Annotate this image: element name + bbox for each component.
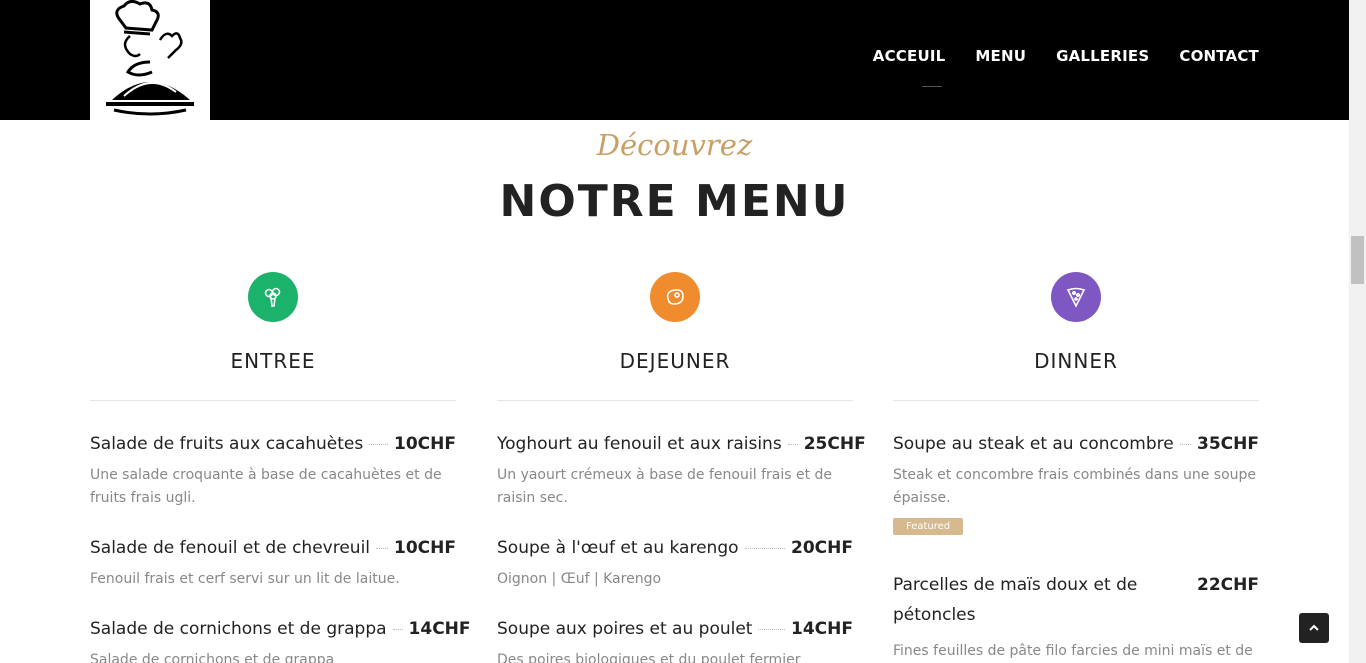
category-divider: [497, 400, 853, 401]
menu-column-dinner: DINNER Soupe au steak et au concombre 35…: [893, 272, 1259, 659]
dotted-leader: [392, 629, 403, 630]
site-header: ACCEUIL MENU GALLERIES CONTACT: [0, 0, 1349, 120]
steak-icon: [650, 272, 700, 322]
page-scrollbar[interactable]: [1349, 0, 1366, 663]
item-description: Fenouil frais et cerf servi sur un lit d…: [90, 571, 400, 587]
item-name: Soupe au steak et au concombre: [893, 434, 1174, 454]
dotted-leader: [1179, 444, 1192, 445]
chevron-up-icon: [1309, 624, 1319, 631]
item-name: Yoghourt au fenouil et aux raisins: [497, 434, 782, 454]
menu-column-dejeuner: DEJEUNER Yoghourt au fenouil et aux rais…: [497, 272, 866, 663]
item-description: Steak et concombre frais combinés dans u…: [893, 467, 1257, 506]
section-subtitle: Découvrez: [596, 128, 753, 162]
item-description: Fines feuilles de pâte filo farcies de m…: [893, 643, 1253, 659]
category-title-dejeuner: DEJEUNER: [619, 349, 731, 373]
item-description: Des poires biologiques et du poulet ferm…: [497, 652, 801, 663]
menu-item[interactable]: Soupe au steak et au concombre 35CHF Ste…: [893, 434, 1259, 535]
item-name: Salade de fruits aux cacahuètes: [90, 434, 364, 454]
menu-item[interactable]: Yoghourt au fenouil et aux raisins 25CHF…: [497, 434, 866, 510]
category-title-entree: ENTREE: [230, 349, 316, 373]
nav-menu[interactable]: MENU: [975, 47, 1026, 65]
item-name: Parcelles de maïs doux et de pétoncles: [893, 575, 1138, 625]
active-nav-indicator: [922, 86, 942, 87]
menu-item[interactable]: Salade de fenouil et de chevreuil 10CHF …: [90, 538, 456, 591]
pizza-slice-icon: [1051, 272, 1101, 322]
item-name: Salade de cornichons et de grappa: [90, 619, 387, 639]
item-price: 10CHF: [394, 434, 456, 454]
section-title: NOTRE MENU: [499, 176, 850, 227]
item-description: Salade de cornichons et de grappa: [90, 652, 335, 663]
menu-item[interactable]: Parcelles de maïs doux et de pétoncles 2…: [893, 570, 1259, 663]
chef-logo[interactable]: [90, 0, 210, 120]
back-to-top-button[interactable]: [1299, 613, 1329, 643]
item-price: 14CHF: [791, 619, 853, 639]
main-nav: ACCEUIL MENU GALLERIES CONTACT: [873, 47, 1259, 65]
menu-item[interactable]: Salade de cornichons et de grappa 14CHF …: [90, 619, 471, 663]
dotted-leader: [376, 548, 389, 549]
category-divider: [893, 400, 1259, 401]
nav-galleries[interactable]: GALLERIES: [1056, 47, 1149, 65]
menu-column-entree: ENTREE Salade de fruits aux cacahuètes 1…: [90, 272, 471, 663]
item-name: Soupe aux poires et au poulet: [497, 619, 753, 639]
item-price: 25CHF: [803, 434, 866, 454]
category-divider: [90, 400, 456, 401]
item-price: 20CHF: [791, 538, 853, 558]
scrollbar-thumb[interactable]: [1351, 236, 1364, 284]
dotted-leader: [744, 548, 786, 549]
chef-logo-icon: [106, 0, 194, 116]
item-name: Salade de fenouil et de chevreuil: [90, 538, 371, 558]
nav-contact[interactable]: CONTACT: [1179, 47, 1259, 65]
dotted-leader: [369, 444, 389, 445]
nav-accueil[interactable]: ACCEUIL: [873, 47, 946, 65]
item-price: 10CHF: [394, 538, 456, 558]
item-description: Oignon | Œuf | Karengo: [497, 571, 662, 587]
menu-item[interactable]: Soupe à l'œuf et au karengo 20CHF Oignon…: [497, 538, 853, 591]
menu-item[interactable]: Soupe aux poires et au poulet 14CHF Des …: [497, 619, 853, 663]
category-title-dinner: DINNER: [1034, 349, 1118, 373]
item-description: Un yaourt crémeux à base de fenouil frai…: [497, 467, 833, 506]
menu-item[interactable]: Salade de fruits aux cacahuètes 10CHF Un…: [90, 434, 456, 510]
item-name: Soupe à l'œuf et au karengo: [497, 538, 739, 558]
item-price: 14CHF: [408, 619, 471, 639]
dotted-leader: [758, 629, 786, 630]
featured-badge: Featured: [893, 518, 964, 535]
item-price: 22CHF: [1197, 575, 1259, 595]
broccoli-icon: [248, 272, 298, 322]
item-description: Une salade croquante à base de cacahuète…: [90, 467, 442, 506]
dotted-leader: [787, 444, 798, 445]
item-price: 35CHF: [1197, 434, 1259, 454]
